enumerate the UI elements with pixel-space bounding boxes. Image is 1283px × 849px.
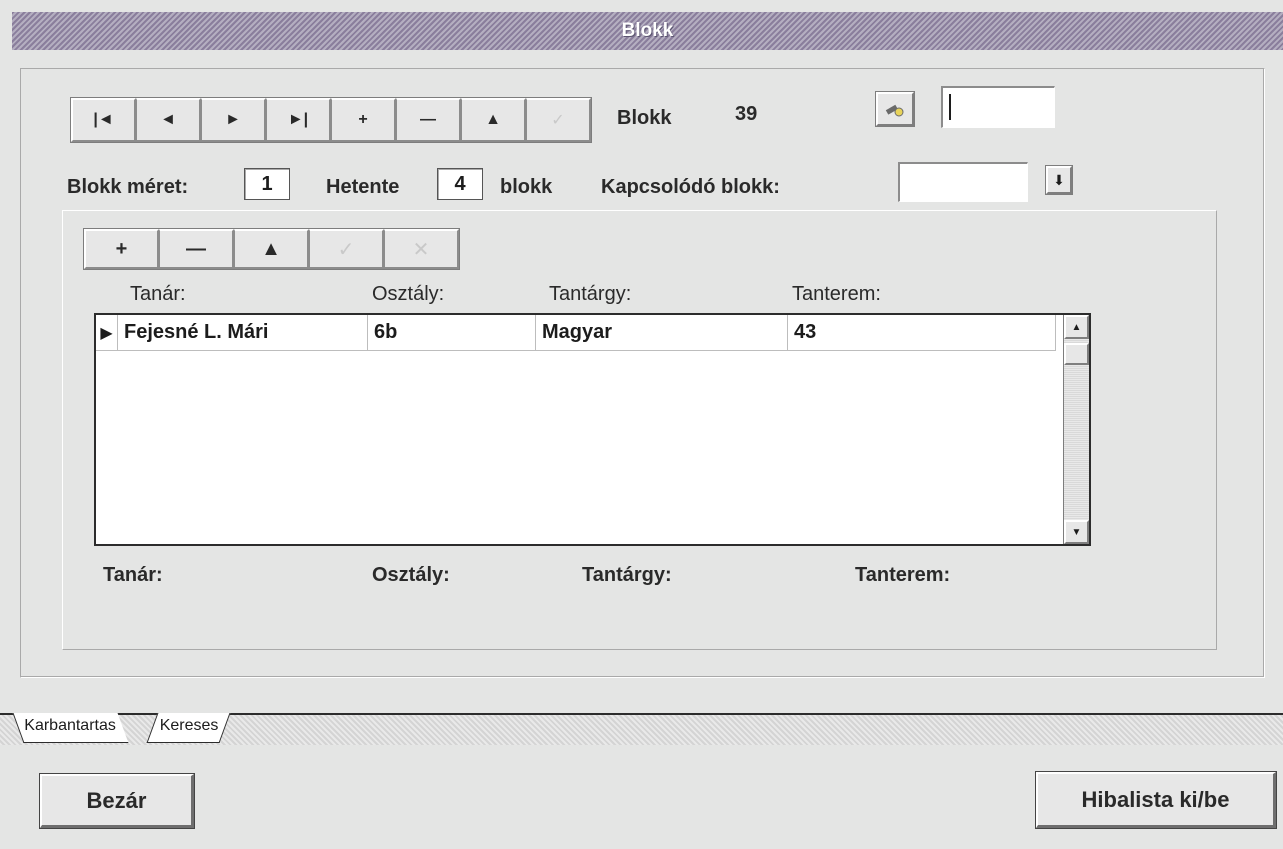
assignments-grid[interactable]: ▶ Fejesné L. Mári 6b Magyar 43 ▲ ▼	[94, 313, 1091, 546]
column-header-subject: Tantárgy:	[549, 283, 632, 305]
close-button[interactable]: Bezár	[39, 773, 195, 829]
column-header-room: Tanterem:	[792, 283, 881, 305]
detail-delete-button[interactable]: —	[159, 229, 234, 269]
cell-room[interactable]: 43	[788, 315, 1056, 350]
title-bar: Blokk	[12, 12, 1283, 50]
block-size-field[interactable]: 1	[244, 168, 290, 200]
scroll-up-icon[interactable]: ▲	[1064, 315, 1089, 339]
search-input[interactable]	[941, 86, 1055, 128]
first-record-button[interactable]: |◄	[71, 98, 136, 142]
tab-karbantartas[interactable]: Karbantartas	[12, 713, 129, 743]
prior-record-button[interactable]: ◄	[136, 98, 201, 142]
detail-post-button[interactable]: ✓	[309, 229, 384, 269]
insert-record-button[interactable]: +	[331, 98, 396, 142]
text-cursor	[949, 94, 951, 120]
blokk-number-value: 39	[735, 103, 758, 125]
last-record-button[interactable]: ►|	[266, 98, 331, 142]
weekly-label: Hetente	[326, 176, 400, 198]
footer-teacher-label: Tanár:	[103, 564, 163, 586]
tab-strip: Karbantartas Kereses	[0, 713, 1283, 745]
block-size-label: Blokk méret:	[67, 176, 189, 198]
record-navigator: |◄ ◄ ► ►| + — ▲ ✓	[70, 97, 592, 143]
detail-edit-button[interactable]: ▲	[234, 229, 309, 269]
linked-block-label: Kapcsolódó blokk:	[601, 176, 780, 198]
detail-cancel-button[interactable]: ✕	[384, 229, 459, 269]
column-header-teacher: Tanár:	[130, 283, 186, 305]
grid-scrollbar[interactable]: ▲ ▼	[1063, 315, 1089, 544]
tab-kereses[interactable]: Kereses	[146, 713, 231, 743]
edit-record-button[interactable]: ▲	[461, 98, 526, 142]
footer-room-label: Tanterem:	[855, 564, 951, 586]
blokk-label: Blokk	[617, 107, 672, 129]
table-row[interactable]: ▶ Fejesné L. Mári 6b Magyar 43	[96, 315, 1056, 351]
detail-navigator: + — ▲ ✓ ✕	[83, 228, 460, 270]
post-record-button[interactable]: ✓	[526, 98, 591, 142]
detail-insert-button[interactable]: +	[84, 229, 159, 269]
weekly-count-field[interactable]: 4	[437, 168, 483, 200]
next-record-button[interactable]: ►	[201, 98, 266, 142]
linked-block-dropdown-button[interactable]: ⬇	[1045, 165, 1073, 195]
weekly-suffix-label: blokk	[500, 176, 553, 198]
flashlight-icon	[885, 104, 904, 117]
row-pointer-icon: ▶	[96, 315, 118, 350]
footer-class-label: Osztály:	[372, 564, 450, 586]
linked-block-select[interactable]	[898, 162, 1028, 202]
cell-teacher[interactable]: Fejesné L. Mári	[118, 315, 368, 350]
window-title: Blokk	[621, 20, 674, 41]
arrow-down-icon: ⬇	[1053, 171, 1065, 188]
scroll-thumb[interactable]	[1064, 343, 1089, 365]
search-button[interactable]	[875, 91, 915, 127]
footer-subject-label: Tantárgy:	[582, 564, 672, 586]
cell-class[interactable]: 6b	[368, 315, 536, 350]
error-list-toggle-button[interactable]: Hibalista ki/be	[1035, 771, 1277, 829]
delete-record-button[interactable]: —	[396, 98, 461, 142]
cell-subject[interactable]: Magyar	[536, 315, 788, 350]
column-header-class: Osztály:	[372, 283, 445, 305]
scroll-down-icon[interactable]: ▼	[1064, 520, 1089, 544]
